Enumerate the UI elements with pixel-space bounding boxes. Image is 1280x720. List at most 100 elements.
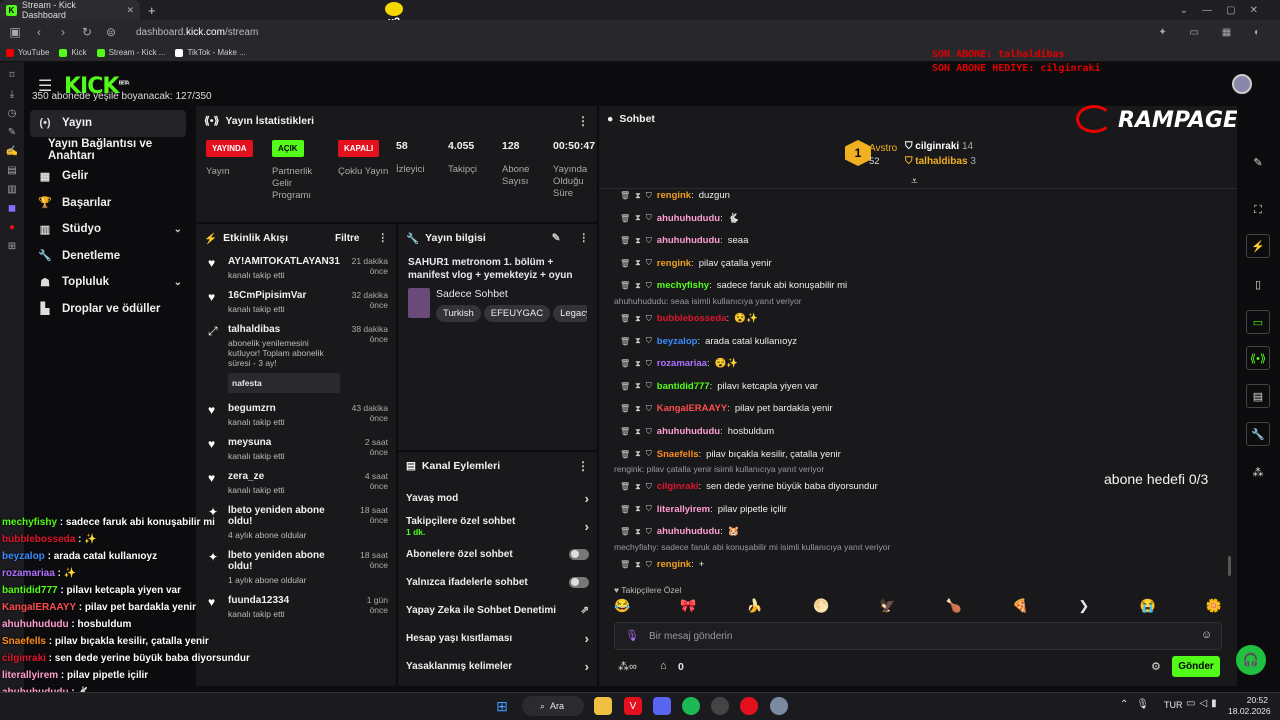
toggle-switch[interactable] — [569, 576, 589, 588]
chat-username[interactable]: rengink — [657, 559, 691, 570]
chat-message[interactable]: 🗑 ⧗ ⛉ cilginraki: sen dede yerine büyük baba… — [620, 481, 878, 492]
timeout-icon[interactable]: ⧗ — [635, 404, 641, 414]
timeout-icon[interactable]: ⧗ — [635, 336, 641, 346]
chat-message[interactable]: 🗑 ⧗ ⛉ literallyirem: pilav pipetle içilir — [620, 504, 787, 515]
chat-username[interactable]: Snaefells — [657, 449, 699, 460]
toggle-switch[interactable] — [569, 548, 589, 560]
timeout-icon[interactable]: ⧗ — [635, 258, 641, 268]
chat-message[interactable]: 🗑 ⧗ ⛉ rengink: duzgun — [620, 190, 730, 201]
document-icon[interactable]: ▯ — [1246, 272, 1270, 296]
channel-action-item[interactable]: Yalnızca ifadelerle sohbet — [398, 568, 597, 596]
collapse-icon[interactable]: ⩡ — [911, 174, 918, 189]
add-panel-icon[interactable]: ⊞ — [8, 241, 16, 252]
chat-message[interactable]: 🗑 ⧗ ⛉ ahuhuhududu: 🐇 — [620, 213, 740, 224]
leader-3[interactable]: ⛉ talhaldibas 3 — [905, 156, 976, 167]
more-options-icon[interactable]: ⋮ — [579, 232, 590, 244]
ban-icon[interactable]: ⛉ — [646, 213, 652, 223]
chat-username[interactable]: KangalERAAYY — [657, 403, 727, 414]
edit-icon[interactable]: ✎ — [552, 232, 561, 244]
delete-icon[interactable]: 🗑 — [620, 560, 630, 569]
channel-action-item[interactable]: Yasaklanmış kelimeler › — [398, 652, 597, 680]
chat-message[interactable]: 🗑 ⧗ ⛉ ahuhuhududu: 🐹 — [620, 526, 740, 537]
timeout-icon[interactable]: ⧗ — [635, 281, 641, 291]
translate-icon[interactable]: ✍ — [6, 146, 18, 157]
timeout-icon[interactable]: ⧗ — [635, 213, 641, 223]
start-icon[interactable]: ⊞ — [493, 697, 511, 715]
nav-item-7[interactable]: ☗ Topluluk ⌄ — [24, 269, 194, 296]
site-info-icon[interactable]: ⊜ — [104, 25, 118, 39]
language-indicator[interactable]: TUR — [1164, 700, 1183, 710]
file-explorer-icon[interactable] — [594, 697, 612, 715]
emote-item[interactable]: 😂 — [614, 598, 630, 614]
chat-username[interactable]: cilginraki — [657, 481, 699, 492]
window-controls[interactable]: ⌄—▢✕ — [1180, 5, 1272, 16]
chat-message[interactable]: 🗑 ⧗ ⛉ rozamariaa: 😵✨ — [620, 358, 738, 369]
nav-item-1[interactable]: (•) Yayın — [30, 110, 186, 137]
calendar-tool-icon[interactable]: ▤ — [1246, 384, 1270, 408]
emote-item[interactable]: ❯ — [1078, 598, 1089, 614]
channel-action-item[interactable]: Abonelere özel sohbet — [398, 540, 597, 568]
mastodon-icon[interactable]: ◼ — [8, 203, 16, 214]
timeout-icon[interactable]: ⧗ — [635, 381, 641, 391]
delete-icon[interactable]: 🗑 — [620, 382, 630, 391]
leader-2[interactable]: ⛉ cilginraki 14 — [905, 141, 973, 152]
chat-message[interactable]: 🗑 ⧗ ⛉ bubblebosseda: 😵✨ — [620, 313, 758, 324]
more-options-icon[interactable]: ⋮ — [577, 114, 589, 128]
chat-input[interactable]: 🎙 Bir mesaj gönderin ☺ — [614, 622, 1222, 650]
timeout-icon[interactable]: ⧗ — [635, 427, 641, 437]
ban-icon[interactable]: ⛉ — [646, 359, 652, 369]
address-input[interactable]: dashboard.kick.com/stream — [136, 27, 258, 38]
nav-item-4[interactable]: 🏆 Başarılar — [24, 190, 194, 217]
chat-message[interactable]: 🗑 ⧗ ⛉ beyzalop: arada catal kullanıoyz — [620, 336, 797, 347]
more-options-icon[interactable]: ⋮ — [378, 232, 389, 244]
ban-icon[interactable]: ⛉ — [646, 404, 652, 414]
clock[interactable]: 20:52 18.02.2026 — [1228, 695, 1271, 717]
delete-icon[interactable]: 🗑 — [620, 259, 630, 268]
bookmark-item[interactable]: YouTube — [6, 48, 49, 57]
more-options-icon[interactable]: ⋮ — [577, 459, 589, 473]
send-button[interactable]: Gönder — [1172, 656, 1220, 677]
emote-item[interactable]: 🍕 — [1012, 598, 1028, 614]
download-icon[interactable]: ⤓ — [10, 89, 14, 100]
timeout-icon[interactable]: ⧗ — [635, 314, 641, 324]
chat-username[interactable]: ahuhuhududu — [657, 235, 720, 246]
chat-message[interactable]: 🗑 ⧗ ⛉ Snaefells: pilav bıçakla kesilir, çata… — [620, 449, 841, 460]
ban-icon[interactable]: ⛉ — [646, 527, 652, 537]
network-volume-icons[interactable]: ▭◁▮ — [1186, 698, 1221, 709]
chat-username[interactable]: beyzalop — [657, 336, 698, 347]
ban-icon[interactable]: ⛉ — [646, 336, 652, 346]
timeout-icon[interactable]: ⧗ — [635, 359, 641, 369]
timeout-icon[interactable]: ⧗ — [635, 504, 641, 514]
channel-action-item[interactable]: Yapay Zeka ile Sohbet Denetimi ⇗ — [398, 596, 597, 624]
bookmark-item[interactable]: Stream - Kick ... — [96, 48, 165, 57]
chat-message[interactable]: 🗑 ⧗ ⛉ KangalERAAYY: pilav pet bardakla yenir — [620, 403, 833, 414]
reload-icon[interactable]: ↻ — [80, 25, 94, 39]
discord-icon[interactable] — [653, 697, 671, 715]
emote-item[interactable]: 🦅 — [879, 598, 895, 614]
settings-app-icon[interactable] — [770, 697, 788, 715]
chat-username[interactable]: ahuhuhududu — [657, 526, 720, 537]
history-icon[interactable]: ◷ — [8, 108, 17, 119]
ban-icon[interactable]: ⛉ — [646, 258, 652, 268]
ban-icon[interactable]: ⛉ — [646, 236, 652, 246]
obs-icon[interactable] — [711, 697, 729, 715]
support-headset-icon[interactable]: 🎧 — [1236, 645, 1266, 675]
delete-icon[interactable]: 🗑 — [620, 505, 630, 514]
delete-icon[interactable]: 🗑 — [620, 527, 630, 536]
emote-item[interactable]: 🍌 — [747, 598, 763, 614]
browser-extensions[interactable]: ✦ ▭ ▦ ◐ — [1158, 27, 1270, 38]
nav-item-5[interactable]: ▥ Stüdyo ⌄ — [24, 216, 194, 243]
notes-icon[interactable]: ✎ — [8, 127, 16, 138]
ban-icon[interactable]: ⛉ — [646, 381, 652, 391]
chat-username[interactable]: ahuhuhududu — [657, 213, 720, 224]
emote-item[interactable]: 🎀 — [680, 598, 696, 614]
timeout-icon[interactable]: ⧗ — [635, 482, 641, 492]
nav-item-3[interactable]: ▦ Gelir — [24, 163, 194, 190]
chat-message[interactable]: 🗑 ⧗ ⛉ rengink: + — [620, 559, 704, 570]
back-icon[interactable]: ‹ — [32, 25, 46, 39]
emote-item[interactable]: 😭 — [1139, 598, 1155, 614]
bolt-tool-icon[interactable]: ⚡ — [1246, 234, 1270, 258]
delete-icon[interactable]: 🗑 — [620, 281, 630, 290]
stream-tag[interactable]: Legacy — [553, 305, 587, 322]
emote-item[interactable]: 🍗 — [946, 598, 962, 614]
